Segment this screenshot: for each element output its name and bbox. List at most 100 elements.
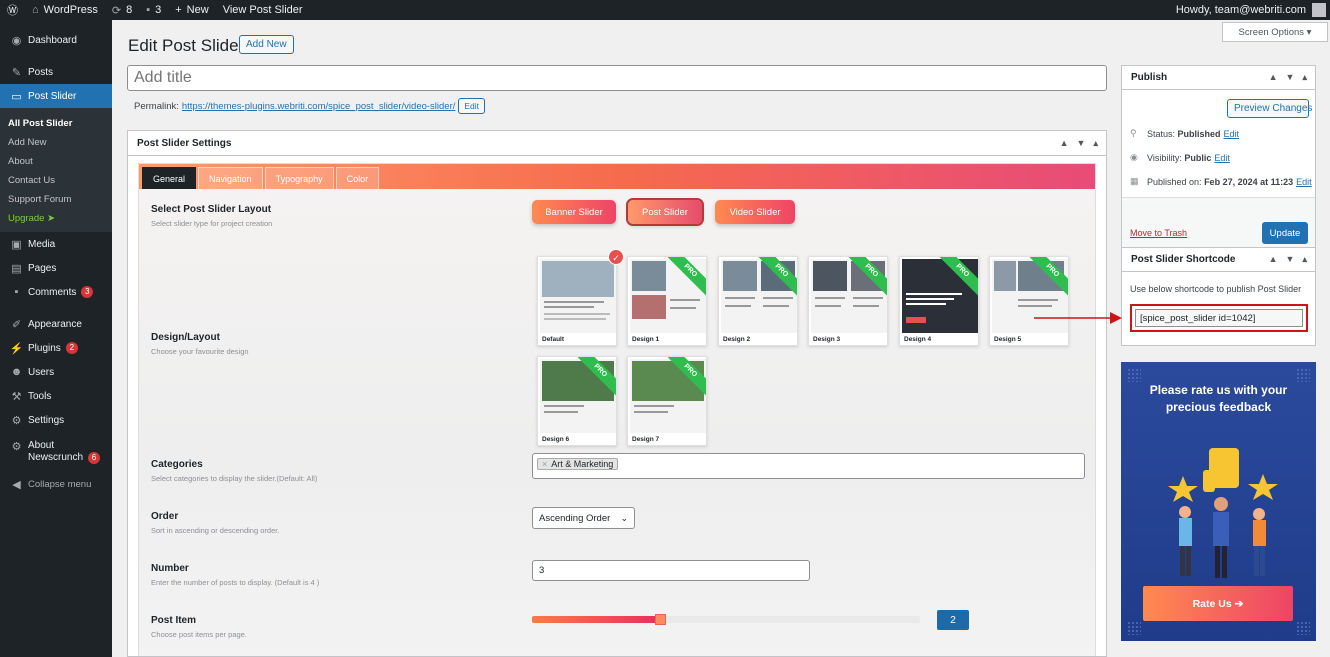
submenu-upgrade[interactable]: Upgrade ➤ (0, 209, 112, 228)
video-slider-button[interactable]: Video Slider (715, 200, 795, 224)
remove-tag-icon[interactable]: × (542, 459, 547, 469)
submenu-about[interactable]: About (0, 152, 112, 171)
permalink-url[interactable]: https://themes-plugins.webriti.com/spice… (182, 101, 456, 112)
chevron-up-icon[interactable]: ▲ (1269, 72, 1278, 83)
toggle-panel-icon[interactable]: ▴ (1302, 72, 1307, 83)
number-input[interactable]: 3 (532, 560, 810, 581)
design-card-4[interactable]: PRO Design 4 (899, 256, 979, 346)
visibility-row: ◉ Visibility: Public Edit (1130, 152, 1230, 163)
comments-link[interactable]: ▪ 3 (139, 0, 168, 20)
submenu-add-new[interactable]: Add New (0, 133, 112, 152)
add-new-button[interactable]: Add New (239, 35, 294, 54)
sidebar-item-media[interactable]: ▣ Media (0, 232, 112, 256)
chevron-down-icon[interactable]: ▼ (1286, 254, 1295, 265)
page-icon: ▤ (11, 262, 22, 275)
move-to-trash-link[interactable]: Move to Trash (1130, 228, 1187, 238)
sidebar-item-post-slider[interactable]: ▭ Post Slider (0, 84, 112, 108)
view-post-link[interactable]: View Post Slider (216, 0, 310, 20)
permalink-row: Permalink: https://themes-plugins.webrit… (134, 98, 486, 114)
chevron-up-icon[interactable]: ▲ (1060, 138, 1069, 149)
post-item-label: Post Item (151, 615, 197, 626)
new-content-link[interactable]: + New (168, 0, 215, 20)
sidebar-item-plugins[interactable]: ⚡ Plugins 2 (0, 336, 112, 360)
edit-visibility-link[interactable]: Edit (1214, 153, 1230, 163)
design-card-7[interactable]: PRO Design 7 (627, 356, 707, 446)
toggle-panel-icon[interactable]: ▴ (1093, 138, 1098, 149)
comment-icon: ▪ (14, 286, 19, 298)
sidebar-item-about-newscrunch[interactable]: ⚙ About Newscrunch 6 (0, 438, 112, 468)
collapse-icon: ◀ (12, 478, 21, 491)
sidebar-item-comments[interactable]: ▪ Comments 3 (0, 280, 112, 304)
chevron-up-icon[interactable]: ▲ (1269, 254, 1278, 265)
pin-icon: ✎ (11, 66, 22, 79)
chevron-down-icon[interactable]: ▼ (1077, 138, 1086, 149)
design-card-6[interactable]: PRO Design 6 (537, 356, 617, 446)
design-card-2[interactable]: PRO Design 2 (718, 256, 798, 346)
tab-typography[interactable]: Typography (264, 167, 334, 189)
wp-logo-icon[interactable]: Ⓦ (0, 0, 25, 20)
newscrunch-badge: 6 (88, 452, 101, 464)
banner-slider-button[interactable]: Banner Slider (532, 200, 616, 224)
status-row: ⚲ Status: Published Edit (1130, 128, 1240, 139)
site-name-link[interactable]: ⌂ WordPress (25, 0, 105, 20)
sidebar-item-pages[interactable]: ▤ Pages (0, 256, 112, 280)
sidebar-item-tools[interactable]: ⚒ Tools (0, 384, 112, 408)
updates-link[interactable]: ⟳ 8 (105, 0, 139, 20)
design-card-3[interactable]: PRO Design 3 (808, 256, 888, 346)
number-label: Number (151, 563, 189, 574)
settings-icon: ⚙ (11, 414, 22, 427)
admin-bar: Ⓦ ⌂ WordPress ⟳ 8 ▪ 3 + New View Post Slider… (0, 0, 1330, 20)
settings-tabs: General Navigation Typography Color (139, 164, 1095, 189)
edit-status-link[interactable]: Edit (1224, 129, 1240, 139)
sidebar-item-settings[interactable]: ⚙ Settings (0, 408, 112, 432)
screen-options-button[interactable]: Screen Options ▾ (1222, 22, 1328, 42)
submenu-contact-us[interactable]: Contact Us (0, 171, 112, 190)
design-card-1[interactable]: PRO Design 1 (627, 256, 707, 346)
chevron-down-icon[interactable]: ▼ (1286, 72, 1295, 83)
chevron-down-icon: ⌄ (620, 512, 628, 523)
brush-icon: ✐ (11, 318, 22, 331)
shortcode-field[interactable]: [spice_post_slider id=1042] (1135, 309, 1303, 327)
sidebar-item-appearance[interactable]: ✐ Appearance (0, 312, 112, 336)
tab-navigation[interactable]: Navigation (198, 167, 263, 189)
categories-label: Categories (151, 459, 203, 470)
title-input[interactable] (127, 65, 1107, 91)
submenu-support-forum[interactable]: Support Forum (0, 190, 112, 209)
checkmark-icon: ✓ (608, 249, 624, 265)
tab-color[interactable]: Color (335, 167, 380, 189)
slider-handle[interactable] (655, 614, 667, 625)
shortcode-box-header: Post Slider Shortcode ▲ ▼ ▴ (1122, 248, 1315, 272)
rate-us-button[interactable]: Rate Us ➔ (1143, 586, 1293, 621)
user-icon: ☻ (10, 366, 23, 378)
collapse-menu[interactable]: ◀ Collapse menu (0, 472, 112, 496)
sidebar-item-users[interactable]: ☻ Users (0, 360, 112, 384)
refresh-icon: ⟳ (111, 4, 122, 17)
my-account-link[interactable]: Howdy, team@webriti.com (1169, 0, 1330, 20)
update-button[interactable]: Update (1262, 222, 1308, 244)
edit-date-link[interactable]: Edit (1296, 177, 1312, 187)
eye-icon: ◉ (1130, 152, 1138, 162)
tab-general[interactable]: General (142, 167, 197, 189)
order-select[interactable]: Ascending Order ⌄ (532, 507, 635, 529)
sidebar-item-dashboard[interactable]: ◉ Dashboard (0, 28, 112, 52)
shortcode-desc: Use below shortcode to publish Post Slid… (1130, 284, 1302, 294)
pin-icon: ⚲ (1130, 128, 1137, 138)
plugin-icon: ⚡ (9, 342, 24, 355)
shortcode-highlight: [spice_post_slider id=1042] (1130, 304, 1308, 332)
post-item-slider[interactable] (532, 614, 920, 625)
sidebar-item-posts[interactable]: ✎ Posts (0, 60, 112, 84)
publish-box: Publish ▲ ▼ ▴ Preview Changes ⚲ Status: Pub… (1121, 65, 1316, 255)
submenu-all-post-slider[interactable]: All Post Slider (0, 114, 112, 133)
preview-changes-button[interactable]: Preview Changes (1227, 99, 1312, 118)
category-tag: × Art & Marketing (537, 458, 619, 470)
order-label: Order (151, 511, 179, 522)
design-card-5[interactable]: PRO Design 5 (989, 256, 1069, 346)
post-slider-button[interactable]: Post Slider (626, 198, 704, 226)
design-card-default[interactable]: Default (537, 256, 617, 346)
comments-count-badge: 3 (81, 286, 94, 298)
layout-label: Select Post Slider Layout (151, 204, 272, 215)
permalink-edit-button[interactable]: Edit (458, 98, 486, 114)
categories-select[interactable]: × Art & Marketing (532, 453, 1085, 479)
post-slider-settings-box: Post Slider Settings ▲ ▼ ▴ General Navigat… (127, 130, 1107, 657)
toggle-panel-icon[interactable]: ▴ (1302, 254, 1307, 265)
